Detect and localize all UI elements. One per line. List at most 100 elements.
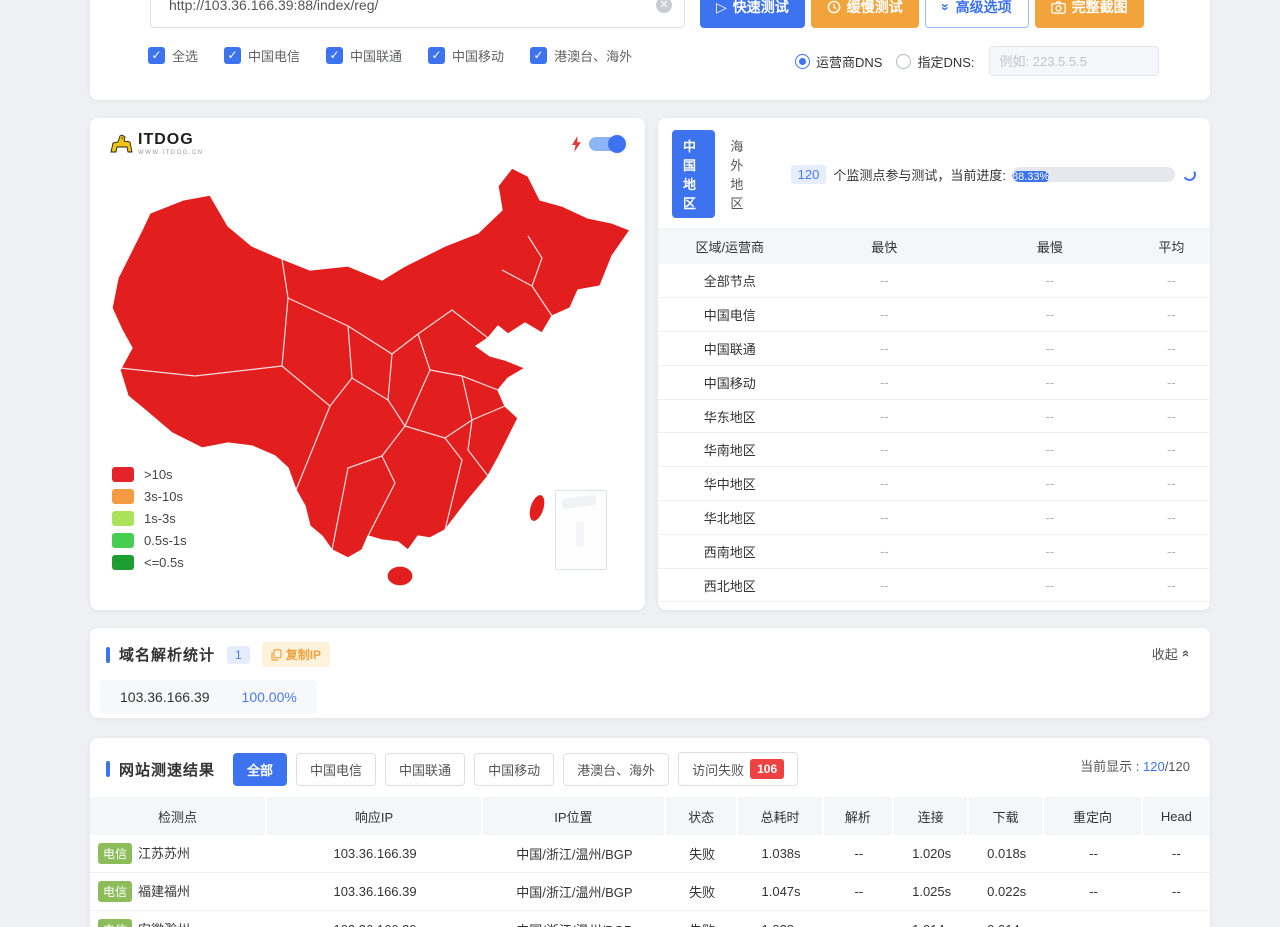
filter-failed-button[interactable]: 访问失败 106: [678, 752, 798, 786]
legend-item: 3s-10s: [112, 489, 187, 504]
checkbox-checked-icon: ✓: [326, 47, 343, 64]
china-map-card: ITDOG WWW.ITDOG.CN: [90, 118, 645, 610]
legend-item: 1s-3s: [112, 511, 187, 526]
region-stats-card: 中国地区 海外地区 120 个监测点参与测试，当前进度: 88.33% 区域/运…: [658, 118, 1210, 610]
legend-swatch-darkgreen: [112, 555, 134, 570]
south-china-sea-inset: [555, 490, 607, 570]
camera-icon: [1051, 1, 1066, 14]
table-row[interactable]: 西北地区------: [658, 568, 1210, 602]
resolved-ip: 103.36.166.39: [120, 689, 210, 705]
filter-mobile-button[interactable]: 中国移动: [474, 753, 554, 786]
checkbox-china-telecom[interactable]: ✓ 中国电信: [224, 46, 300, 65]
col-region-carrier: 区域/运营商: [658, 228, 802, 264]
monitor-count-badge: 120: [791, 165, 827, 184]
table-row[interactable]: 中国电信------: [658, 298, 1210, 332]
loading-spinner-icon: [1182, 166, 1198, 182]
hainan-island-shape[interactable]: [387, 566, 413, 586]
speed-results-card: 网站测速结果 全部 中国电信 中国联通 中国移动 港澳台、海外 访问失败 106…: [90, 738, 1210, 927]
table-header-row: 区域/运营商 最快 最慢 平均: [658, 228, 1210, 264]
checkbox-china-unicom[interactable]: ✓ 中国联通: [326, 46, 402, 65]
col-slowest: 最慢: [967, 228, 1133, 264]
tab-china-region[interactable]: 中国地区: [672, 130, 715, 218]
custom-dns-input[interactable]: [989, 46, 1159, 76]
checkbox-china-mobile[interactable]: ✓ 中国移动: [428, 46, 504, 65]
map-legend: >10s 3s-10s 1s-3s 0.5s-1s <=0.5s: [112, 467, 187, 570]
checkbox-checked-icon: ✓: [224, 47, 241, 64]
carrier-checkbox-row: ✓ 全选 ✓ 中国电信 ✓ 中国联通 ✓ 中国移动 ✓ 港澳台、海外: [148, 46, 632, 65]
result-row[interactable]: 电信安徽滁州 103.36.166.39 中国/浙江/温州/BGP 失败 1.0…: [90, 911, 1210, 927]
col-response-ip: 响应IP: [267, 797, 483, 835]
results-header-row: 检测点 响应IP IP位置 状态 总耗时 解析 连接 下载 重定向 Head: [90, 797, 1210, 835]
region-stats-header: 中国地区 海外地区 120 个监测点参与测试，当前进度: 88.33%: [658, 118, 1210, 228]
region-stats-table: 区域/运营商 最快 最慢 平均 全部节点------ 中国电信------ 中国…: [658, 228, 1210, 610]
table-row[interactable]: 华中地区------: [658, 467, 1210, 501]
checkbox-select-all[interactable]: ✓ 全选: [148, 46, 198, 65]
carrier-badge: 电信: [98, 881, 132, 902]
result-row[interactable]: 电信江苏苏州 103.36.166.39 中国/浙江/温州/BGP 失败 1.0…: [90, 835, 1210, 873]
dns-stats-card: 域名解析统计 1 复制IP 收起 » 103.36.166.39 100.00%: [90, 628, 1210, 718]
progress-fill: 88.33%: [1012, 171, 1049, 182]
table-row[interactable]: 华北地区------: [658, 501, 1210, 535]
table-row[interactable]: 东北地区------: [658, 602, 1210, 610]
filter-all-button[interactable]: 全部: [233, 753, 287, 786]
section-accent-bar: [106, 761, 110, 777]
resolved-ip-percent: 100.00%: [242, 689, 297, 705]
col-connect: 连接: [894, 797, 969, 835]
play-icon: ▷: [716, 0, 727, 16]
filter-unicom-button[interactable]: 中国联通: [385, 753, 465, 786]
resolved-ip-item[interactable]: 103.36.166.39 100.00%: [100, 680, 317, 714]
legend-swatch-green: [112, 533, 134, 548]
legend-item: <=0.5s: [112, 555, 187, 570]
col-fastest: 最快: [802, 228, 968, 264]
collapse-toggle[interactable]: 收起 »: [1152, 644, 1188, 663]
taiwan-island-shape[interactable]: [526, 493, 548, 524]
copy-ip-button[interactable]: 复制IP: [262, 642, 330, 667]
table-row[interactable]: 西南地区------: [658, 534, 1210, 568]
current-display-count: 当前显示 : 120/120: [1080, 756, 1190, 775]
table-row[interactable]: 全部节点------: [658, 264, 1210, 298]
status-badge: 失败: [666, 873, 739, 911]
dns-stats-title: 域名解析统计: [119, 644, 215, 665]
copy-icon: [271, 649, 282, 661]
clock-icon: [827, 0, 841, 14]
checkbox-checked-icon: ✓: [530, 47, 547, 64]
radio-carrier-dns[interactable]: 运营商DNS: [795, 52, 882, 71]
china-mainland-shape[interactable]: [112, 168, 630, 558]
col-ip-location: IP位置: [483, 797, 666, 835]
col-head: Head: [1143, 797, 1210, 835]
status-badge: 失败: [666, 835, 739, 873]
chevrons-up-icon: »: [1177, 650, 1192, 657]
col-status: 状态: [666, 797, 739, 835]
radio-custom-dns[interactable]: 指定DNS:: [896, 52, 974, 71]
filter-telecom-button[interactable]: 中国电信: [296, 753, 376, 786]
full-screenshot-button[interactable]: 完整截图: [1035, 0, 1144, 28]
filter-hmt-overseas-button[interactable]: 港澳台、海外: [563, 753, 669, 786]
dns-count-badge: 1: [227, 646, 250, 664]
tab-overseas-region[interactable]: 海外地区: [719, 130, 762, 218]
slow-test-button[interactable]: 缓慢测试: [811, 0, 919, 28]
table-row[interactable]: 华南地区------: [658, 433, 1210, 467]
results-header: 网站测速结果 全部 中国电信 中国联通 中国移动 港澳台、海外 访问失败 106: [90, 738, 1210, 786]
checkbox-checked-icon: ✓: [148, 47, 165, 64]
status-badge: 失败: [666, 911, 739, 927]
col-total-time: 总耗时: [738, 797, 823, 835]
radio-selected-icon: [795, 54, 810, 69]
advanced-options-button[interactable]: » 高级选项: [925, 0, 1029, 28]
col-average: 平均: [1133, 228, 1210, 264]
dns-stats-header: 域名解析统计 1 复制IP: [90, 628, 1210, 667]
checkbox-hmt-overseas[interactable]: ✓ 港澳台、海外: [530, 46, 632, 65]
quick-test-button[interactable]: ▷ 快速测试: [700, 0, 805, 28]
action-buttons: ▷ 快速测试 缓慢测试 » 高级选项 完整截图: [700, 0, 1144, 28]
clear-input-icon[interactable]: ✕: [656, 0, 672, 13]
result-row[interactable]: 电信福建福州 103.36.166.39 中国/浙江/温州/BGP 失败 1.0…: [90, 873, 1210, 911]
table-row[interactable]: 中国联通------: [658, 332, 1210, 366]
col-resolve: 解析: [824, 797, 895, 835]
section-accent-bar: [106, 647, 110, 663]
url-input[interactable]: [151, 0, 656, 13]
results-filters: 全部 中国电信 中国联通 中国移动 港澳台、海外 访问失败 106: [233, 752, 798, 786]
legend-swatch-orange: [112, 489, 134, 504]
table-row[interactable]: 华东地区------: [658, 399, 1210, 433]
table-row[interactable]: 中国移动------: [658, 365, 1210, 399]
failed-count-badge: 106: [750, 759, 784, 779]
legend-swatch-red: [112, 467, 134, 482]
